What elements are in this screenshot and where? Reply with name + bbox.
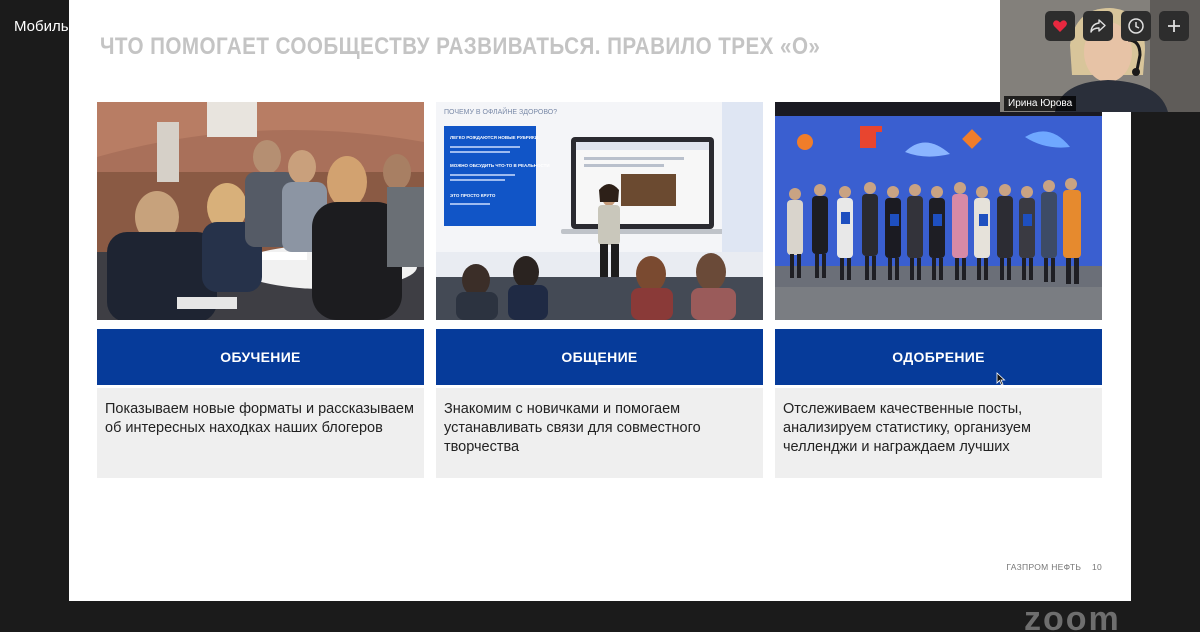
zoom-meeting-window: Мобильная лента — новый «живой журнал»? … — [0, 0, 1200, 632]
column-approval: ОДОБРЕНИЕ Отслеживаем качественные посты… — [775, 102, 1102, 478]
clock-icon — [1128, 18, 1144, 34]
share-button[interactable] — [1083, 11, 1113, 41]
timer-button[interactable] — [1121, 11, 1151, 41]
slide-columns: ОБУЧЕНИЕ Показываем новые форматы и расс… — [97, 102, 1103, 482]
column-title-banner: ОБЩЕНИЕ — [436, 329, 763, 385]
workshop-photo — [97, 102, 424, 320]
shared-slide: ЧТО ПОМОГАЕТ СООБЩЕСТВУ РАЗВИВАТЬСЯ. ПРА… — [69, 0, 1131, 601]
slide-heading: ЧТО ПОМОГАЕТ СООБЩЕСТВУ РАЗВИВАТЬСЯ. ПРА… — [100, 33, 821, 60]
column-title-banner: ОБУЧЕНИЕ — [97, 329, 424, 385]
add-button[interactable] — [1159, 11, 1189, 41]
reaction-button[interactable] — [1045, 11, 1075, 41]
participant-name: Ирина Юрова — [1004, 96, 1077, 111]
presentation-point-1: ЛЕГКО РОЖДАЮТСЯ НОВЫЕ РУБРИКИ — [450, 135, 538, 140]
column-description: Знакомим с новичками и помогаем устанавл… — [436, 388, 763, 478]
mouse-cursor-icon — [996, 372, 1006, 391]
column-title-banner: ОДОБРЕНИЕ — [775, 329, 1102, 385]
presentation-point-3: ЭТО ПРОСТО КРУТО — [450, 193, 496, 198]
footer-brand: ГАЗПРОМ НЕФТЬ — [1006, 562, 1082, 572]
presentation-screen-heading: ПОЧЕМУ В ОФЛАЙНЕ ЗДОРОВО? — [444, 107, 557, 116]
meeting-title: Мобильная лента — новый «живой журнал»? — [14, 18, 333, 35]
plus-icon — [1168, 20, 1180, 32]
award-group-photo — [775, 102, 1102, 320]
heart-icon — [1053, 20, 1067, 32]
slide-footer: ГАЗПРОМ НЕФТЬ 10 — [1006, 562, 1102, 572]
column-communication: ПОЧЕМУ В ОФЛАЙНЕ ЗДОРОВО? ЛЕГКО РОЖДАЮТС… — [436, 102, 763, 478]
presentation-photo: ПОЧЕМУ В ОФЛАЙНЕ ЗДОРОВО? ЛЕГКО РОЖДАЮТС… — [436, 102, 763, 320]
page-number: 10 — [1091, 562, 1102, 572]
column-learning: ОБУЧЕНИЕ Показываем новые форматы и расс… — [97, 102, 424, 478]
presentation-point-2: МОЖНО ОБСУДИТЬ ЧТО-ТО В РЕАЛЬНОСТИ — [450, 163, 550, 168]
column-description: Отслеживаем качественные посты, анализир… — [775, 388, 1102, 478]
column-description: Показываем новые форматы и рассказываем … — [97, 388, 424, 478]
zoom-logo-watermark: zoom — [1024, 600, 1121, 632]
share-icon — [1090, 19, 1106, 33]
